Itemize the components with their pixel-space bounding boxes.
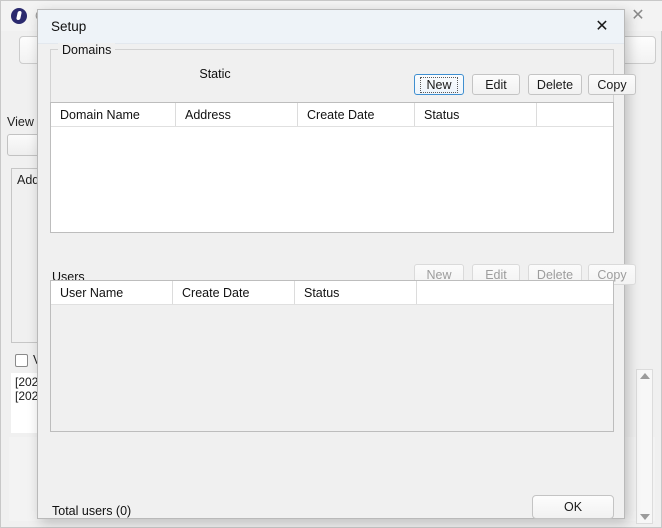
domain-new-button-label: New [420, 77, 457, 93]
domains-list-header: Domain Name Address Create Date Status [51, 103, 613, 127]
users-list-header: User Name Create Date Status [51, 281, 613, 305]
column-header-user-name[interactable]: User Name [51, 281, 173, 304]
setup-dialog: Setup ✕ Domains Static New Edit Delete C… [37, 9, 625, 519]
column-header-user-spacer[interactable] [417, 281, 613, 304]
column-header-user-status[interactable]: Status [295, 281, 417, 304]
total-users-label: Total users (0) [52, 504, 131, 518]
users-list-body[interactable] [51, 305, 613, 431]
scroll-down-arrow-icon[interactable] [640, 514, 650, 520]
column-header-create-date[interactable]: Create Date [298, 103, 415, 126]
log-vertical-scrollbar[interactable] [636, 369, 653, 524]
domain-copy-button-label: Copy [597, 78, 626, 92]
column-header-domain-name[interactable]: Domain Name [51, 103, 176, 126]
scroll-up-arrow-icon[interactable] [640, 373, 650, 379]
domains-mode-label: Static [50, 67, 380, 81]
column-header-user-create-date[interactable]: Create Date [173, 281, 295, 304]
core-ftp-icon [11, 8, 27, 24]
domain-copy-button[interactable]: Copy [588, 74, 636, 95]
column-header-status[interactable]: Status [415, 103, 537, 126]
domain-edit-button-label: Edit [485, 78, 507, 92]
domain-delete-button-label: Delete [537, 78, 573, 92]
domains-list[interactable]: Domain Name Address Create Date Status [50, 102, 614, 233]
setup-dialog-title: Setup [51, 19, 86, 34]
ok-button-label: OK [564, 500, 582, 514]
setup-close-button[interactable]: ✕ [580, 10, 624, 44]
ok-button[interactable]: OK [532, 495, 614, 519]
domain-new-button[interactable]: New [414, 74, 464, 95]
checkbox-box [15, 354, 28, 367]
users-list[interactable]: User Name Create Date Status [50, 280, 614, 432]
domain-edit-button[interactable]: Edit [472, 74, 520, 95]
column-header-address[interactable]: Address [176, 103, 298, 126]
setup-dialog-titlebar [38, 10, 624, 44]
close-icon: ✕ [595, 19, 608, 35]
close-icon: ✕ [631, 8, 644, 24]
domains-group-label: Domains [58, 43, 115, 57]
column-header-spacer[interactable] [537, 103, 613, 126]
domains-list-body[interactable] [51, 127, 613, 232]
domain-delete-button[interactable]: Delete [528, 74, 582, 95]
